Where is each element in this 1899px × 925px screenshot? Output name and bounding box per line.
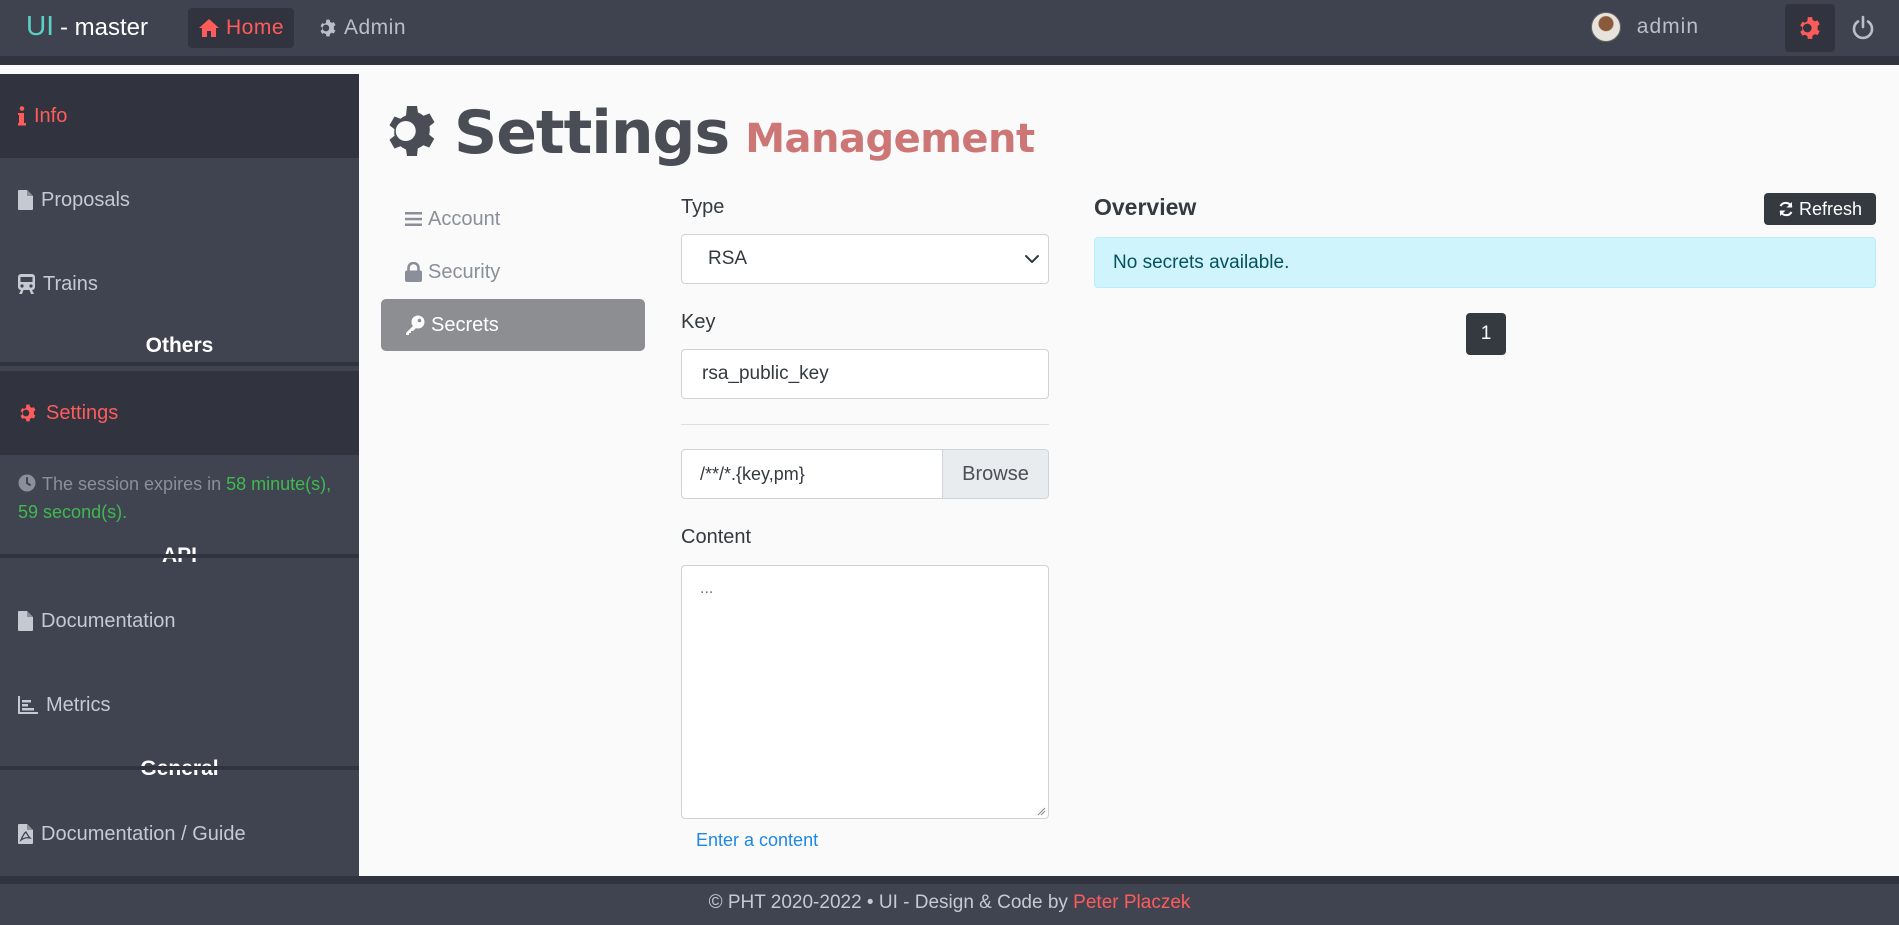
- sidebar-divider: [0, 362, 359, 366]
- session-minutes: 58: [226, 474, 247, 494]
- type-label: Type: [681, 196, 725, 218]
- file-input[interactable]: /**/*.{key,pm} Browse: [681, 449, 1049, 499]
- clock-icon: [18, 474, 36, 492]
- form-divider: [681, 424, 1049, 425]
- tab-secrets-label: Secrets: [431, 313, 499, 336]
- session-minutes-unit: minute(s),: [251, 474, 332, 494]
- sidebar-item-label: Documentation / Guide: [41, 822, 246, 845]
- nav-admin-label: Admin: [344, 16, 407, 39]
- info-icon: [18, 106, 26, 126]
- sidebar-item-guide[interactable]: Documentation / Guide: [0, 792, 359, 876]
- sidebar-heading-others: Others: [145, 334, 214, 357]
- nav-home-label: Home: [226, 16, 285, 39]
- key-label: Key: [681, 311, 716, 333]
- overview-title: Overview: [1094, 194, 1197, 220]
- sidebar-item-proposals[interactable]: Proposals: [0, 158, 359, 242]
- logout-button[interactable]: [1843, 8, 1883, 48]
- session-timer: The session expires in 58 minute(s), 59 …: [18, 470, 338, 526]
- type-select-value: RSA: [708, 248, 748, 269]
- user-menu[interactable]: admin: [1590, 12, 1699, 42]
- chevron-down-icon: [1025, 255, 1039, 263]
- sidebar: Info Proposals Trains Others Settings Th…: [0, 74, 359, 876]
- sidebar-item-trains[interactable]: Trains: [0, 242, 359, 326]
- sidebar-item-metrics[interactable]: Metrics: [0, 663, 359, 747]
- sidebar-item-label: Metrics: [46, 693, 111, 716]
- sidebar-divider: [0, 766, 359, 770]
- sidebar-heading-general: General: [0, 757, 359, 783]
- content-label: Content: [681, 526, 752, 548]
- session-prefix: The session expires in: [42, 474, 222, 494]
- refresh-button[interactable]: Refresh: [1764, 193, 1876, 225]
- browse-button[interactable]: Browse: [942, 450, 1048, 498]
- session-seconds-unit: second(s).: [43, 502, 128, 522]
- content-hint: Enter a content: [696, 830, 819, 850]
- tab-account[interactable]: Account: [381, 193, 645, 245]
- sidebar-item-label: Trains: [43, 272, 98, 295]
- page-title: Settings Management: [382, 98, 1035, 168]
- page-subtitle: Management: [745, 116, 1035, 162]
- tab-account-label: Account: [428, 207, 501, 230]
- file-pattern: /**/*.{key,pm}: [700, 463, 805, 484]
- content-placeholder: ...: [700, 580, 714, 597]
- sidebar-item-settings[interactable]: Settings: [0, 371, 359, 455]
- sidebar-divider: [0, 554, 359, 558]
- tab-security-label: Security: [428, 260, 501, 283]
- footer-author-link[interactable]: Peter Placzek: [1073, 892, 1190, 913]
- train-icon: [18, 274, 35, 294]
- content-textarea[interactable]: ...: [681, 565, 1049, 819]
- key-input-value: rsa_public_key: [702, 363, 829, 384]
- list-icon: [405, 212, 422, 226]
- avatar: [1590, 12, 1621, 42]
- page-title-text: Settings: [454, 98, 730, 168]
- refresh-label: Refresh: [1798, 198, 1863, 219]
- nav-home[interactable]: Home: [188, 8, 295, 48]
- footer-text: © PHT 2020-2022 • UI - Design & Code by: [708, 892, 1068, 913]
- sidebar-item-documentation[interactable]: Documentation: [0, 579, 359, 663]
- empty-alert: No secrets available.: [1094, 237, 1876, 288]
- pagination-page-1[interactable]: 1: [1466, 313, 1506, 355]
- sidebar-item-label: Proposals: [41, 188, 130, 211]
- tab-secrets[interactable]: Secrets: [381, 299, 645, 351]
- top-navbar: UI - master Home Admin admin: [0, 0, 1899, 65]
- type-select[interactable]: RSA: [681, 234, 1049, 284]
- brand-text: UI: [26, 10, 54, 41]
- gear-icon: [389, 106, 435, 156]
- power-icon: [1852, 15, 1874, 40]
- lock-icon: [405, 262, 422, 282]
- settings-button[interactable]: [1785, 4, 1835, 52]
- resize-handle-icon[interactable]: [1036, 806, 1046, 816]
- file-icon: [18, 190, 33, 210]
- file-icon: [18, 611, 33, 631]
- sidebar-item-label: Documentation: [41, 609, 176, 632]
- footer: © PHT 2020-2022 • UI - Design & Code by …: [0, 876, 1899, 925]
- gear-icon: [1800, 17, 1820, 39]
- refresh-icon: [1779, 201, 1793, 217]
- pdf-icon: [18, 824, 33, 844]
- gear-icon: [20, 404, 36, 422]
- tab-security[interactable]: Security: [381, 246, 645, 298]
- chart-icon: [18, 696, 38, 714]
- key-input[interactable]: rsa_public_key: [681, 349, 1049, 399]
- sidebar-item-info[interactable]: Info: [0, 74, 359, 158]
- sidebar-item-label: Info: [34, 104, 68, 127]
- session-seconds: 59: [18, 502, 39, 522]
- brand-suffix: - master: [60, 14, 149, 41]
- user-name: admin: [1636, 15, 1699, 38]
- gear-icon: [320, 19, 336, 37]
- nav-admin[interactable]: Admin: [308, 8, 416, 48]
- sidebar-item-label: Settings: [46, 401, 119, 424]
- key-icon: [406, 315, 425, 335]
- brand-logo[interactable]: UI - master: [26, 10, 148, 42]
- home-icon: [199, 19, 219, 37]
